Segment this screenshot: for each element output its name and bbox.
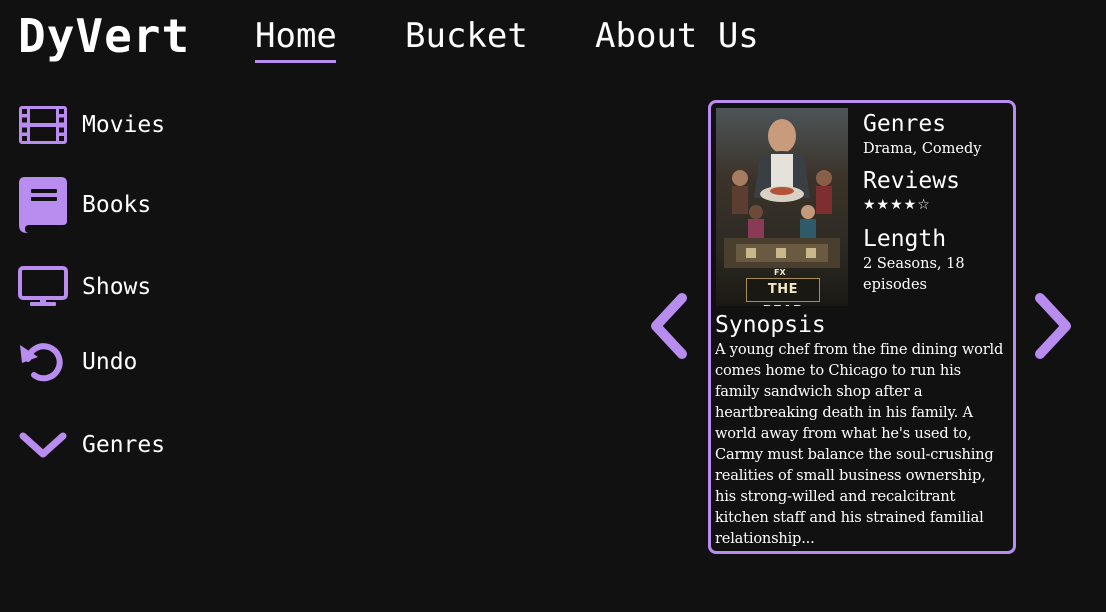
sidebar-item-label: Genres bbox=[82, 432, 166, 458]
book-icon bbox=[18, 177, 68, 233]
poster-image: FX THE BEAR bbox=[716, 108, 848, 306]
genres-heading: Genres bbox=[863, 111, 947, 137]
logo: DyVert bbox=[18, 9, 191, 63]
length-heading: Length bbox=[863, 226, 947, 252]
media-info: Genres Drama, Comedy Reviews ★★★★☆ Lengt… bbox=[863, 109, 1009, 302]
sidebar-item-books[interactable]: Books bbox=[18, 177, 152, 233]
film-icon bbox=[18, 100, 68, 150]
nav-bucket-link[interactable]: Bucket bbox=[405, 14, 595, 58]
media-card[interactable]: FX THE BEAR Genres Drama, Comedy Reviews… bbox=[708, 100, 1016, 554]
poster-badge: FX bbox=[774, 268, 786, 277]
nav-home-link[interactable]: Home bbox=[255, 14, 405, 63]
monitor-icon bbox=[18, 262, 68, 312]
sidebar-item-label: Books bbox=[82, 192, 152, 218]
synopsis-section: Synopsis A young chef from the fine dini… bbox=[715, 311, 1005, 549]
synopsis-text: A young chef from the fine dining world … bbox=[715, 341, 1004, 547]
next-arrow-button[interactable] bbox=[1032, 292, 1076, 364]
chevron-down-icon bbox=[18, 420, 68, 470]
sidebar-item-label: Undo bbox=[82, 349, 138, 375]
app-root: DyVert Home Bucket About Us Movies Books… bbox=[0, 0, 1106, 612]
top-nav: Home Bucket About Us bbox=[255, 14, 795, 63]
sidebar-item-genres[interactable]: Genres bbox=[18, 420, 165, 470]
sidebar-item-undo[interactable]: Undo bbox=[18, 337, 137, 387]
reviews-heading: Reviews bbox=[863, 168, 960, 194]
length-value: 2 Seasons, 18 episodes bbox=[863, 256, 965, 293]
previous-arrow-button[interactable] bbox=[646, 292, 690, 364]
sidebar-item-movies[interactable]: Movies bbox=[18, 100, 165, 150]
star-rating: ★★★★☆ bbox=[863, 197, 931, 213]
poster-title: THE BEAR bbox=[746, 278, 820, 306]
nav-about-link[interactable]: About Us bbox=[595, 14, 795, 58]
synopsis-heading: Synopsis bbox=[715, 312, 826, 338]
sidebar-item-label: Shows bbox=[82, 274, 152, 300]
chevron-right-icon bbox=[1032, 293, 1076, 364]
sidebar-item-label: Movies bbox=[82, 112, 166, 138]
sidebar-item-shows[interactable]: Shows bbox=[18, 262, 151, 312]
genres-value: Drama, Comedy bbox=[863, 141, 982, 157]
chevron-left-icon bbox=[646, 293, 690, 364]
undo-icon bbox=[18, 337, 68, 387]
